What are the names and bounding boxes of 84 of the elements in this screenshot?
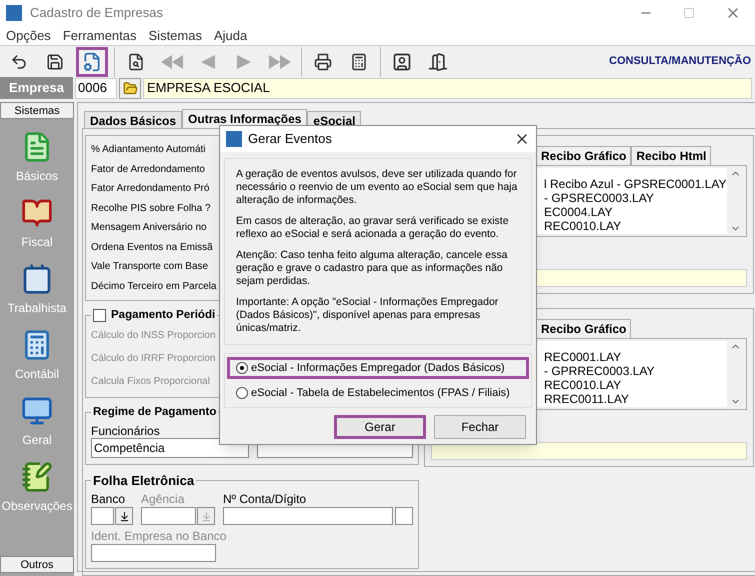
list-item[interactable]: REC0010.LAY (544, 378, 622, 392)
dialog-button[interactable]: Gerar (334, 415, 426, 439)
radio-button[interactable] (236, 362, 248, 374)
file-search-icon (127, 52, 145, 70)
radio-option[interactable]: eSocial - Informações Empregador (Dados Básicos) (227, 357, 529, 379)
next-arrow-icon (236, 54, 252, 70)
input-field[interactable] (431, 442, 747, 460)
pencil-icon (20, 461, 53, 493)
list-item[interactable]: RREC0011.LAY (544, 392, 629, 406)
down-arrow-icon (200, 510, 212, 522)
option-label: Décimo Terceiro em Parcela (91, 280, 216, 294)
monitor-icon (20, 395, 53, 427)
info-paragraph: A geração de eventos avulsos, deve ser utilizada quando for necessário o reenvio de um evento ao eSocial sem que haja alteração de informações. (236, 168, 518, 207)
app-logo-icon (226, 131, 242, 147)
radio-button[interactable] (236, 387, 248, 399)
input-field[interactable] (223, 507, 393, 525)
input-field[interactable] (395, 507, 413, 525)
scrollbar[interactable] (726, 341, 744, 407)
app-logo-icon (6, 5, 22, 21)
dialog-title: Gerar Eventos (248, 130, 332, 148)
input-field[interactable] (141, 507, 196, 525)
option-label: Fator de Arredondamento (91, 162, 205, 176)
first-arrow-icon (160, 54, 184, 70)
field-label: Ident. Empresa no Banco (91, 528, 226, 544)
menu-item[interactable]: Ajuda (214, 26, 248, 46)
list-item[interactable]: - GPSREC0003.LAY (544, 191, 654, 205)
scrollbar[interactable] (726, 168, 744, 234)
info-paragraph: Em casos de alteração, ao gravar será verificado se existe reflexo ao eSocial e será acionada a geração do evento. (236, 215, 510, 241)
undo-icon (10, 52, 28, 70)
list-item[interactable]: l Recibo Azul - GPSREC0001.LAY (544, 177, 727, 191)
option-label: Ordena Eventos na Emissã (91, 240, 213, 254)
option-label: Cálculo do IRRF Proporcion (91, 352, 216, 366)
field-label: Nº Conta/Dígito (223, 491, 308, 507)
book-icon (20, 197, 53, 229)
group-title: Regime de Pagamento (92, 405, 218, 420)
field-label: Banco (91, 491, 126, 507)
printer-icon (314, 52, 332, 70)
tab[interactable]: Dados Básicos (84, 111, 182, 128)
input-field[interactable] (91, 507, 114, 525)
company-name-field[interactable]: EMPRESA ESOCIAL (143, 78, 752, 98)
input-field[interactable] (91, 544, 216, 562)
option-label: Recolhe PIS sobre Folha ? (91, 202, 211, 216)
open-folder-button[interactable] (119, 78, 141, 98)
menu-item[interactable]: Sistemas (148, 26, 202, 46)
group-title: Folha Eletrônica (92, 472, 196, 490)
list-item[interactable]: REC0010.LAY (544, 219, 622, 233)
menu-item[interactable]: Opções (6, 26, 51, 46)
info-paragraph: Atenção: Caso tenha feito alguma alteração, cancele essa geração e grave o cadastro para que as informações não sejam perdidas. (236, 249, 508, 288)
last-arrow-icon (268, 54, 292, 70)
group-title: Pagamento Periódi (111, 308, 216, 323)
down-arrow-icon (118, 510, 130, 522)
field-label: Agência (141, 491, 186, 507)
option-label: Cálculo do INSS Proporcion (91, 329, 216, 344)
option-label: Calcula Fixos Proporcional (91, 375, 210, 390)
list-item[interactable]: - GPRREC0003.LAY (544, 364, 654, 378)
file-gear-icon (82, 52, 102, 72)
mode-label: CONSULTA/MANUTENÇÃO (609, 53, 752, 70)
sidebar-header-button[interactable]: Sistemas (0, 102, 74, 119)
dialog-button[interactable]: Fechar (434, 415, 526, 439)
list-item[interactable]: EC0004.LAY (544, 205, 612, 219)
folder-icon (122, 80, 138, 96)
option-label: Fator Arredondamento Pró (91, 182, 210, 196)
tab[interactable]: Recibo Html (631, 146, 712, 165)
dropdown-button[interactable] (115, 507, 133, 525)
option-label: Mensagem Aniversário no (91, 221, 207, 235)
door-icon (428, 52, 448, 72)
previous-arrow-icon (200, 54, 216, 70)
company-code-field[interactable]: 0006 (75, 78, 117, 98)
sidebar-footer-button[interactable]: Outros (0, 556, 74, 573)
option-label: % Adiantamento Automáti (91, 143, 206, 157)
radio-option[interactable]: eSocial - Tabela de Estabelecimentos (FPAS / Filiais) (227, 382, 529, 404)
dropdown-field[interactable]: Competência (91, 438, 249, 458)
list-item[interactable]: REC0001.LAY (544, 350, 622, 364)
calculator-icon (350, 52, 368, 70)
window-title: Cadastro de Empresas (30, 4, 163, 22)
save-icon (46, 52, 64, 70)
info-paragraph: Importante: A opção "eSocial - Informações Empregador (Dados Básicos)", disponível apenas para empresas únicas/matriz. (236, 296, 500, 335)
field-label: Funcionários (91, 422, 160, 438)
option-label: Vale Transporte com Base (91, 260, 208, 274)
menu-item[interactable]: Ferramentas (62, 26, 137, 46)
tab[interactable]: Recibo Gráfico (536, 146, 632, 165)
tab[interactable]: Recibo Gráfico (536, 319, 632, 338)
checkbox[interactable] (93, 309, 106, 322)
empresa-label: Empresa (0, 77, 73, 99)
